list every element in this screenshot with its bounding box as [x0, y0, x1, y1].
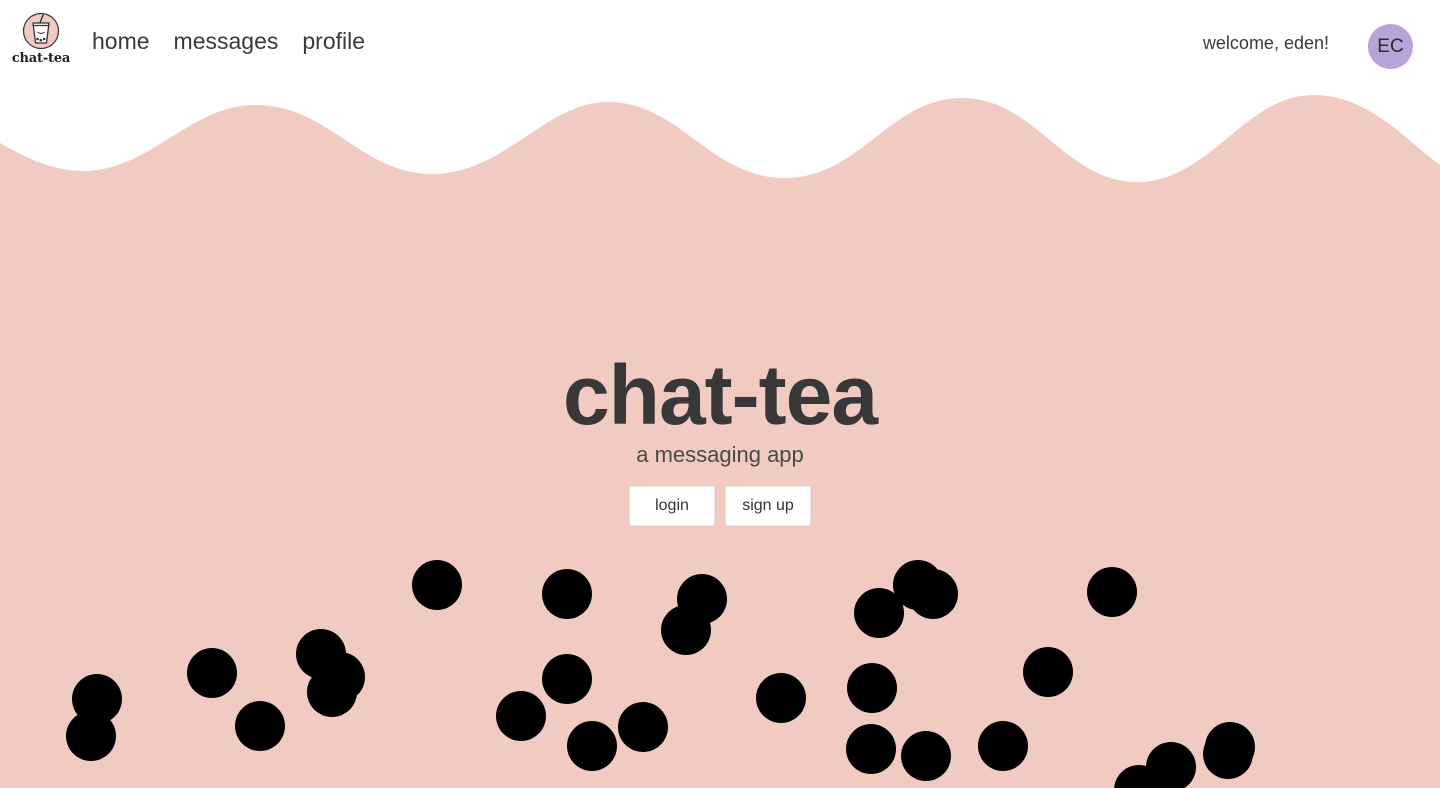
hero: chat-tea a messaging app login sign up	[0, 345, 1440, 526]
welcome-text: welcome, eden!	[1202, 33, 1329, 53]
sign-up-button[interactable]: sign up	[725, 486, 811, 526]
logo[interactable]: chat-tea	[10, 12, 72, 68]
nav-link-messages[interactable]: messages	[174, 28, 279, 55]
nav-link-profile[interactable]: profile	[302, 28, 365, 55]
login-button[interactable]: login	[629, 486, 715, 526]
page: chat-tea home messages profile welcome, …	[0, 0, 1440, 788]
hero-subtitle: a messaging app	[636, 442, 804, 467]
hero-title: chat-tea	[562, 348, 878, 442]
logo-text: chat-tea	[11, 51, 71, 66]
nav-link-home[interactable]: home	[92, 28, 150, 55]
hero-buttons: login sign up	[0, 486, 1440, 526]
nav-links: home messages profile	[92, 28, 365, 55]
avatar[interactable]: EC	[1368, 24, 1413, 69]
navbar: chat-tea home messages profile welcome, …	[0, 0, 1440, 90]
bubble-tea-cup-icon	[22, 12, 60, 50]
